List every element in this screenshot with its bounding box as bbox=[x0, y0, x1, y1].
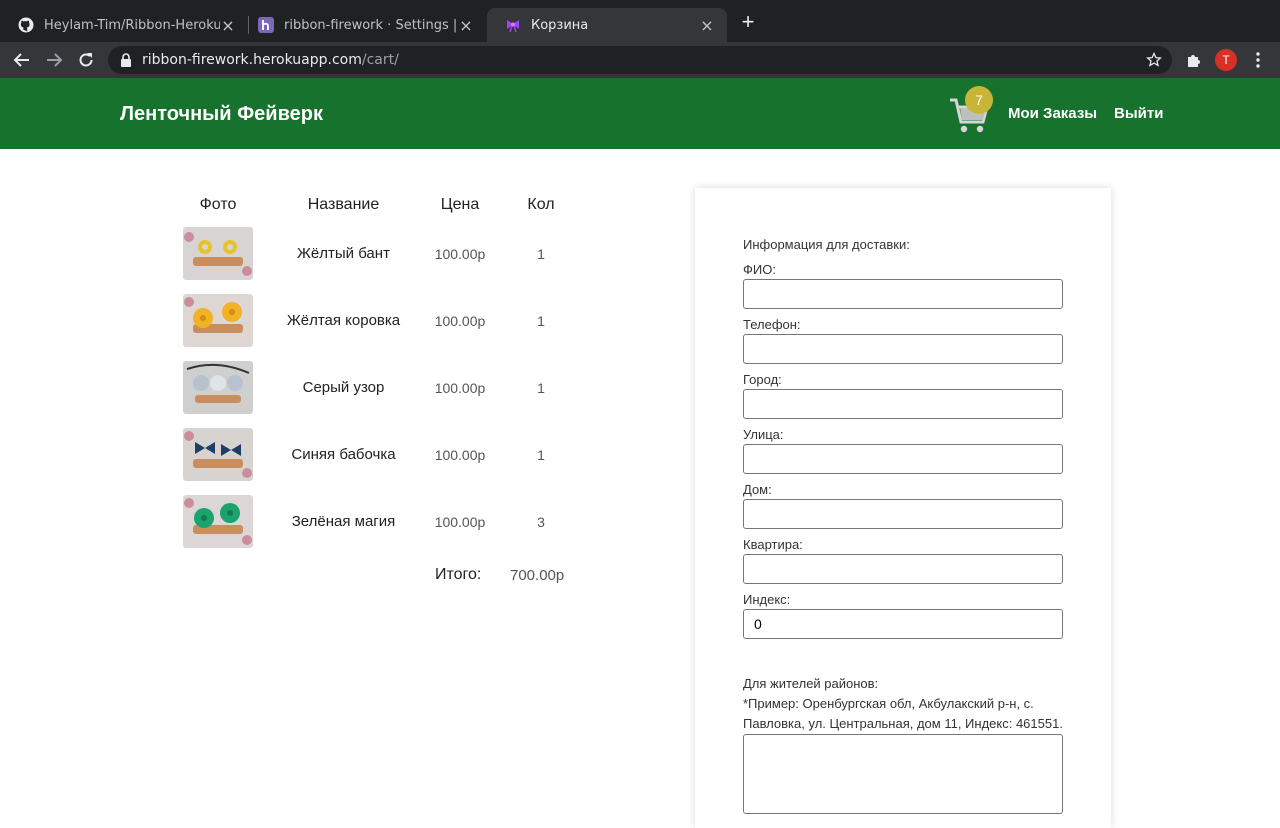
browser-menu-icon[interactable] bbox=[1256, 52, 1260, 73]
cart-count-badge: 7 bbox=[965, 86, 993, 114]
field-label-phone: Телефон: bbox=[743, 317, 801, 332]
site-brand[interactable]: Ленточный Фейверк bbox=[120, 103, 323, 126]
street-input[interactable] bbox=[743, 444, 1063, 474]
table-row: Синяя бабочка 100.00р 1 bbox=[180, 428, 600, 482]
product-qty: 1 bbox=[537, 380, 545, 396]
browser-tab-bar: Heylam-Tim/Ribbon-Heroku × ribbon-firewo… bbox=[0, 0, 1280, 42]
phone-input[interactable] bbox=[743, 334, 1063, 364]
product-photo[interactable] bbox=[183, 428, 253, 481]
product-photo[interactable] bbox=[183, 294, 253, 347]
product-photo[interactable] bbox=[183, 495, 253, 548]
browser-toolbar: ribbon-firework.herokuapp.com/cart/ bbox=[0, 42, 1280, 78]
product-price: 100.00р bbox=[434, 313, 486, 329]
site-header: Ленточный Фейверк Мои Заказы Выйти bbox=[0, 78, 1280, 149]
close-icon[interactable]: × bbox=[699, 16, 715, 35]
apartment-input[interactable] bbox=[743, 554, 1063, 584]
tab-title: Heylam-Tim/Ribbon-Heroku bbox=[44, 17, 220, 33]
delivery-form: Информация для доставки: ФИО: Телефон: Г… bbox=[695, 188, 1111, 828]
product-name: Серый узор bbox=[302, 379, 385, 396]
field-label-street: Улица: bbox=[743, 427, 784, 442]
field-label-house: Дом: bbox=[743, 482, 772, 497]
total-label: Итого: bbox=[435, 566, 482, 583]
github-icon bbox=[18, 17, 34, 33]
note-title: Для жителей районов: bbox=[743, 676, 879, 691]
column-header-price: Цена bbox=[440, 196, 480, 213]
back-button[interactable] bbox=[12, 50, 32, 70]
column-header-photo: Фото bbox=[199, 196, 237, 213]
product-photo[interactable] bbox=[183, 361, 253, 414]
arrow-left-icon bbox=[13, 53, 29, 67]
table-row: Жёлтый бант 100.00р 1 bbox=[180, 227, 600, 281]
bookmark-star-icon[interactable] bbox=[1146, 51, 1162, 73]
ribbon-icon bbox=[505, 17, 521, 33]
tab-title: ribbon-firework · Settings | Her bbox=[284, 17, 458, 33]
new-tab-button[interactable]: + bbox=[738, 11, 758, 33]
extensions-puzzle-icon[interactable] bbox=[1185, 51, 1203, 74]
lock-icon bbox=[121, 53, 131, 67]
reload-button[interactable] bbox=[76, 50, 96, 70]
close-icon[interactable]: × bbox=[220, 16, 236, 35]
table-row: Зелёная магия 100.00р 3 bbox=[180, 495, 600, 549]
product-price: 100.00р bbox=[434, 246, 486, 262]
product-name: Жёлтая коровка bbox=[286, 312, 401, 329]
product-qty: 1 bbox=[537, 246, 545, 262]
postcode-input[interactable] bbox=[743, 609, 1063, 639]
profile-avatar[interactable]: T bbox=[1215, 49, 1237, 71]
tab-heroku[interactable]: ribbon-firework · Settings | Her × bbox=[240, 8, 486, 42]
address-bar[interactable]: ribbon-firework.herokuapp.com/cart/ bbox=[108, 46, 1172, 74]
house-input[interactable] bbox=[743, 499, 1063, 529]
nav-logout[interactable]: Выйти bbox=[1114, 105, 1163, 122]
total-value: 700.00р bbox=[510, 567, 565, 584]
product-name: Зелёная магия bbox=[291, 513, 396, 530]
heroku-icon bbox=[258, 17, 274, 33]
tab-title: Корзина bbox=[531, 17, 589, 33]
field-label-city: Город: bbox=[743, 372, 782, 387]
city-input[interactable] bbox=[743, 389, 1063, 419]
address-textarea[interactable] bbox=[743, 734, 1063, 814]
table-row: Серый узор 100.00р 1 bbox=[180, 361, 600, 415]
reload-icon bbox=[79, 53, 93, 67]
product-qty: 3 bbox=[537, 514, 545, 530]
product-price: 100.00р bbox=[434, 447, 486, 463]
column-header-qty: Кол bbox=[527, 196, 555, 213]
product-photo[interactable] bbox=[183, 227, 253, 280]
url-text: ribbon-firework.herokuapp.com/cart/ bbox=[142, 52, 399, 68]
form-title: Информация для доставки: bbox=[743, 237, 910, 252]
field-label-name: ФИО: bbox=[743, 262, 776, 277]
field-label-postcode: Индекс: bbox=[743, 592, 791, 607]
arrow-right-icon bbox=[47, 53, 63, 67]
nav-my-orders[interactable]: Мои Заказы bbox=[1008, 105, 1097, 122]
table-row: Жёлтая коровка 100.00р 1 bbox=[180, 294, 600, 348]
product-qty: 1 bbox=[537, 313, 545, 329]
forward-button[interactable] bbox=[44, 50, 64, 70]
full-name-input[interactable] bbox=[743, 279, 1063, 309]
tab-cart[interactable]: Корзина × bbox=[487, 8, 727, 42]
product-name: Синяя бабочка bbox=[291, 446, 396, 463]
product-price: 100.00р bbox=[434, 514, 486, 530]
note-text: *Пример: Оренбургская обл, Акбулакский р… bbox=[743, 696, 1063, 731]
tab-github[interactable]: Heylam-Tim/Ribbon-Heroku × bbox=[0, 8, 248, 42]
field-label-apartment: Квартира: bbox=[743, 537, 803, 552]
product-name: Жёлтый бант bbox=[297, 245, 390, 262]
product-price: 100.00р bbox=[434, 380, 486, 396]
product-qty: 1 bbox=[537, 447, 545, 463]
column-header-name: Название bbox=[307, 196, 380, 213]
close-icon[interactable]: × bbox=[458, 16, 474, 35]
